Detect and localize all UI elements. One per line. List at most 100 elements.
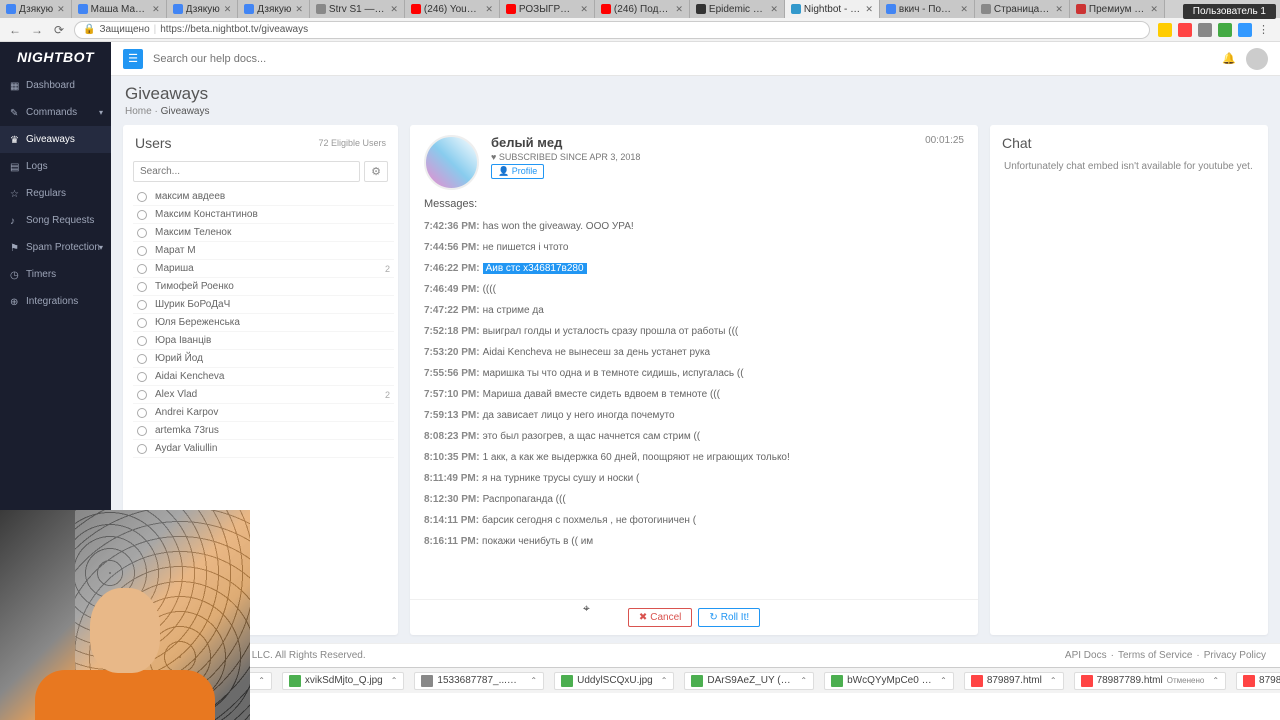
list-item[interactable]: artemka 73rus [133,422,394,440]
list-item[interactable]: Юра Іванців [133,332,394,350]
list-item[interactable]: максим авдеев [133,188,394,206]
sidebar-item-giveaways[interactable]: ♛Giveaways [0,126,111,153]
message-row: 7:46:49 PM:(((( [424,279,964,300]
download-item[interactable]: UddylSCQxU.jpg⌃ [554,672,674,690]
download-item[interactable]: 78987789.htmlОтменено⌃ [1074,672,1226,690]
sidebar-item-integrations[interactable]: ⊕Integrations [0,288,111,315]
browser-tab[interactable]: (246) YouTube✕ [405,0,500,18]
avatar[interactable] [1246,48,1268,70]
back-icon[interactable]: ← [8,23,22,37]
message-list: 7:42:36 PM:has won the giveaway. ООО УРА… [410,216,978,599]
list-item[interactable]: Шурик БоРоДаЧ [133,296,394,314]
page-title: Giveaways [125,84,1266,104]
sidebar-item-logs[interactable]: ▤Logs [0,153,111,180]
list-item[interactable]: Юрий Йод [133,350,394,368]
browser-tab[interactable]: Страница отправки✕ [975,0,1070,18]
ext-icon[interactable] [1218,23,1232,37]
sidebar-item-regulars[interactable]: ☆Regulars [0,180,111,207]
browser-tab[interactable]: Epidemic Sound |✕ [690,0,785,18]
ext-icon[interactable] [1178,23,1192,37]
list-item[interactable]: Мариша2 [133,260,394,278]
message-row: 8:16:11 PM:покажи ченибуть в (( им [424,531,964,552]
list-item[interactable]: Andrei Karpov [133,404,394,422]
window-title: Пользователь 1 [1183,4,1276,19]
download-item[interactable]: 879879.html⌃ [1236,672,1280,690]
list-item[interactable]: Юля Береженська [133,314,394,332]
list-item[interactable]: Тимофей Роенко [133,278,394,296]
forward-icon[interactable]: → [30,23,44,37]
winner-panel: белый мед ♥ SUBSCRIBED SINCE APR 3, 2018… [410,125,978,635]
message-row: 8:10:35 PM:1 акк, а как же выдержка 60 д… [424,447,964,468]
chat-title: Chat [1002,135,1032,151]
message-row: 7:47:22 PM:на стриме да [424,300,964,321]
breadcrumb-current: Giveaways [161,106,210,117]
logo: NIGHTBOT [0,42,111,72]
ext-icon[interactable] [1238,23,1252,37]
timer: 00:01:25 [925,135,964,146]
ext-icon[interactable] [1198,23,1212,37]
browser-tab[interactable]: РОЗЫГРЫШ ПРЕМИ✕ [500,0,595,18]
webcam-overlay [0,510,250,720]
menu-toggle-icon[interactable]: ☰ [123,49,143,69]
messages-label: Messages: [410,196,978,216]
browser-tabs: Дзякую✕Маша Малиновска✕Дзякую✕Дзякую✕Str… [0,0,1280,18]
message-row: 7:44:56 PM:не пишется і чтото [424,237,964,258]
list-item[interactable]: Максим Теленок [133,224,394,242]
browser-tab[interactable]: Дзякую✕ [238,0,310,18]
browser-tab[interactable]: Nightbot - Giveaways✕ [785,0,880,18]
breadcrumb-home[interactable]: Home [125,106,152,117]
url-field[interactable]: 🔒 Защищено | https://beta.nightbot.tv/gi… [74,21,1150,39]
download-item[interactable]: bWcQYyMpCe0 (1).jpg⌃ [824,672,954,690]
users-search-input[interactable] [133,161,360,182]
browser-tab[interactable]: Маша Малиновска✕ [72,0,167,18]
extension-icons: ⋮ [1158,23,1272,37]
list-item[interactable]: Aidai Kencheva [133,368,394,386]
address-bar: ← → ⟳ 🔒 Защищено | https://beta.nightbot… [0,18,1280,42]
message-row: 7:59:13 PM:да зависает лицо у него иногд… [424,405,964,426]
list-item[interactable]: Максим Константинов [133,206,394,224]
gear-icon[interactable]: ⚙ [364,161,388,182]
ext-icon[interactable] [1158,23,1172,37]
download-item[interactable]: 1533687787_...worreplay⌃ [414,672,544,690]
chat-panel: Chat Unfortunately chat embed isn't avai… [990,125,1268,635]
download-item[interactable]: DArS9AeZ_UY (1).jpg⌃ [684,672,814,690]
download-item[interactable]: xvikSdMjto_Q.jpg⌃ [282,672,405,690]
message-row: 8:14:11 PM:барсик сегодня с похмелья , н… [424,510,964,531]
winner-avatar [424,135,479,190]
browser-tab[interactable]: Премиум магазин W✕ [1070,0,1165,18]
footer-link[interactable]: Privacy Policy [1204,650,1266,661]
browser-tab[interactable]: вкич - Поиск в Goog✕ [880,0,975,18]
help-search-input[interactable] [153,53,1212,65]
bell-icon[interactable]: 🔔 [1222,52,1236,65]
roll-button[interactable]: ↻ Roll It! [698,608,760,627]
sidebar-item-song-requests[interactable]: ♪Song Requests [0,207,111,234]
sidebar-item-dashboard[interactable]: ▦Dashboard [0,72,111,99]
footer: Copyright © 2018 NightDev, LLC. All Righ… [111,643,1280,667]
profile-button[interactable]: 👤 Profile [491,164,544,179]
browser-tab[interactable]: (246) Подписки - You✕ [595,0,690,18]
sidebar-item-timers[interactable]: ◷Timers [0,261,111,288]
url-text: https://beta.nightbot.tv/giveaways [160,24,308,35]
reload-icon[interactable]: ⟳ [52,23,66,37]
message-row: 7:46:22 PM:Аив стс х346817в280 [424,258,964,279]
secure-label: Защищено [99,24,149,35]
list-item[interactable]: Alex Vlad2 [133,386,394,404]
browser-tab[interactable]: Дзякую✕ [0,0,72,18]
list-item[interactable]: Марат М [133,242,394,260]
message-row: 8:11:49 PM:я на турнике трусы сушу и нос… [424,468,964,489]
winner-name: белый мед [491,135,640,150]
sidebar-item-spam-protection[interactable]: ⚑Spam Protection▾ [0,234,111,261]
message-row: 8:08:23 PM:это был разогрев, а щас начне… [424,426,964,447]
cancel-button[interactable]: ✖ Cancel [628,608,693,627]
message-row: 7:42:36 PM:has won the giveaway. ООО УРА… [424,216,964,237]
footer-link[interactable]: API Docs [1065,650,1107,661]
browser-tab[interactable]: Strv S1 — Global wiki✕ [310,0,405,18]
browser-tab[interactable]: Дзякую✕ [167,0,239,18]
message-row: 7:55:56 PM:маришка ты что одна и в темно… [424,363,964,384]
list-item[interactable]: Aydar Valiullin [133,440,394,458]
lock-icon: 🔒 [83,24,95,35]
footer-link[interactable]: Terms of Service [1118,650,1192,661]
topbar: ☰ 🔔 [111,42,1280,76]
sidebar-item-commands[interactable]: ✎Commands▾ [0,99,111,126]
download-item[interactable]: 879897.html⌃ [964,672,1064,690]
